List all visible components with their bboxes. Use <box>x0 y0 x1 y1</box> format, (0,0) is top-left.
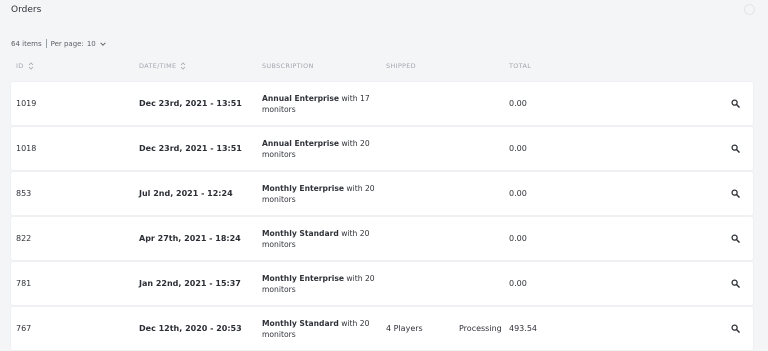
plan-quantity: with 17 <box>341 93 370 103</box>
search-icon <box>731 279 740 288</box>
order-id: 781 <box>16 279 32 288</box>
plan-name: Monthly Standard <box>262 228 339 238</box>
plan-quantity: with 20 <box>341 138 370 148</box>
corner-indicator <box>744 4 755 15</box>
order-total: 493.54 <box>509 324 537 333</box>
table-row[interactable]: 781 Jan 22nd, 2021 - 15:37 Monthly Enter… <box>11 262 753 305</box>
plan-unit: monitors <box>262 149 296 159</box>
order-id: 853 <box>16 189 32 198</box>
order-datetime: Jul 2nd, 2021 - 12:24 <box>139 189 233 198</box>
order-datetime: Dec 23rd, 2021 - 13:51 <box>139 144 242 153</box>
order-total: 0.00 <box>509 234 527 243</box>
order-status: Processing <box>459 324 502 333</box>
view-order-button[interactable] <box>731 127 740 170</box>
plan-unit: monitors <box>262 329 296 339</box>
column-total-label: TOTAL <box>509 62 532 70</box>
order-id: 1019 <box>16 99 37 108</box>
subscription-text: Monthly Standard with 20 monitors <box>262 228 369 250</box>
search-icon <box>731 324 740 333</box>
order-datetime: Dec 23rd, 2021 - 13:51 <box>139 99 242 108</box>
search-icon <box>731 189 740 198</box>
plan-name: Monthly Enterprise <box>262 273 344 283</box>
order-total: 0.00 <box>509 189 527 198</box>
order-datetime: Apr 27th, 2021 - 18:24 <box>139 234 241 243</box>
column-shipped: SHIPPED <box>386 62 416 70</box>
order-subscription: Annual Enterprise with 17 monitors <box>262 82 370 125</box>
table-row[interactable]: 767 Dec 12th, 2020 - 20:53 Monthly Stand… <box>11 307 753 350</box>
plan-name: Annual Enterprise <box>262 93 340 103</box>
subscription-text: Monthly Standard with 20 monitors <box>262 318 369 340</box>
view-order-button[interactable] <box>731 307 740 350</box>
subscription-text: Annual Enterprise with 20 monitors <box>262 138 370 160</box>
order-id: 767 <box>16 324 32 333</box>
table-header: ID DATE/TIME SUBSCRIPTION SHIPPED TOTAL <box>0 62 768 72</box>
order-subscription: Monthly Standard with 20 monitors <box>262 217 369 260</box>
per-page-label: Per page: <box>50 39 84 48</box>
view-order-button[interactable] <box>731 172 740 215</box>
divider <box>45 39 47 48</box>
per-page-value: 10 <box>86 39 96 48</box>
order-datetime: Dec 12th, 2020 - 20:53 <box>139 324 242 333</box>
order-total: 0.00 <box>509 279 527 288</box>
column-id[interactable]: ID <box>16 62 34 70</box>
order-id: 1018 <box>16 144 37 153</box>
order-datetime: Jan 22nd, 2021 - 15:37 <box>139 279 241 288</box>
list-meta: 64 items Per page: 10 <box>11 39 107 48</box>
view-order-button[interactable] <box>731 217 740 260</box>
plan-name: Monthly Standard <box>262 318 339 328</box>
plan-quantity: with 20 <box>341 228 370 238</box>
view-order-button[interactable] <box>731 82 740 125</box>
subscription-text: Annual Enterprise with 17 monitors <box>262 93 370 115</box>
plan-name: Monthly Enterprise <box>262 183 344 193</box>
table-row[interactable]: 1018 Dec 23rd, 2021 - 13:51 Annual Enter… <box>11 127 753 170</box>
plan-quantity: with 20 <box>346 273 375 283</box>
order-shipped: 4 Players <box>386 324 423 333</box>
plan-name: Annual Enterprise <box>262 138 340 148</box>
table-row[interactable]: 853 Jul 2nd, 2021 - 12:24 Monthly Enterp… <box>11 172 753 215</box>
view-order-button[interactable] <box>731 262 740 305</box>
order-id: 822 <box>16 234 32 243</box>
table-row[interactable]: 1019 Dec 23rd, 2021 - 13:51 Annual Enter… <box>11 82 753 125</box>
plan-unit: monitors <box>262 284 296 294</box>
plan-unit: monitors <box>262 239 296 249</box>
search-icon <box>731 234 740 243</box>
order-total: 0.00 <box>509 99 527 108</box>
order-total: 0.00 <box>509 144 527 153</box>
subscription-text: Monthly Enterprise with 20 monitors <box>262 183 375 205</box>
column-subscription: SUBSCRIPTION <box>262 62 314 70</box>
column-datetime[interactable]: DATE/TIME <box>139 62 186 70</box>
plan-unit: monitors <box>262 104 296 114</box>
subscription-text: Monthly Enterprise with 20 monitors <box>262 273 375 295</box>
plan-unit: monitors <box>262 194 296 204</box>
chevron-down-icon <box>100 41 106 46</box>
order-subscription: Monthly Enterprise with 20 monitors <box>262 172 375 215</box>
order-subscription: Annual Enterprise with 20 monitors <box>262 127 370 170</box>
per-page-select[interactable]: 10 <box>87 40 107 48</box>
order-subscription: Monthly Enterprise with 20 monitors <box>262 262 375 305</box>
column-shipped-label: SHIPPED <box>386 62 416 70</box>
order-subscription: Monthly Standard with 20 monitors <box>262 307 369 350</box>
search-icon <box>731 99 740 108</box>
column-id-label: ID <box>16 62 24 70</box>
items-count: 64 items <box>11 39 42 48</box>
sort-icon <box>28 62 33 70</box>
plan-quantity: with 20 <box>341 318 370 328</box>
column-total: TOTAL <box>509 62 531 70</box>
column-subscription-label: SUBSCRIPTION <box>262 62 314 70</box>
column-datetime-label: DATE/TIME <box>139 62 177 70</box>
page-title: Orders <box>11 5 42 15</box>
sort-icon <box>181 62 186 70</box>
table-row[interactable]: 822 Apr 27th, 2021 - 18:24 Monthly Stand… <box>11 217 753 260</box>
search-icon <box>731 144 740 153</box>
plan-quantity: with 20 <box>346 183 375 193</box>
